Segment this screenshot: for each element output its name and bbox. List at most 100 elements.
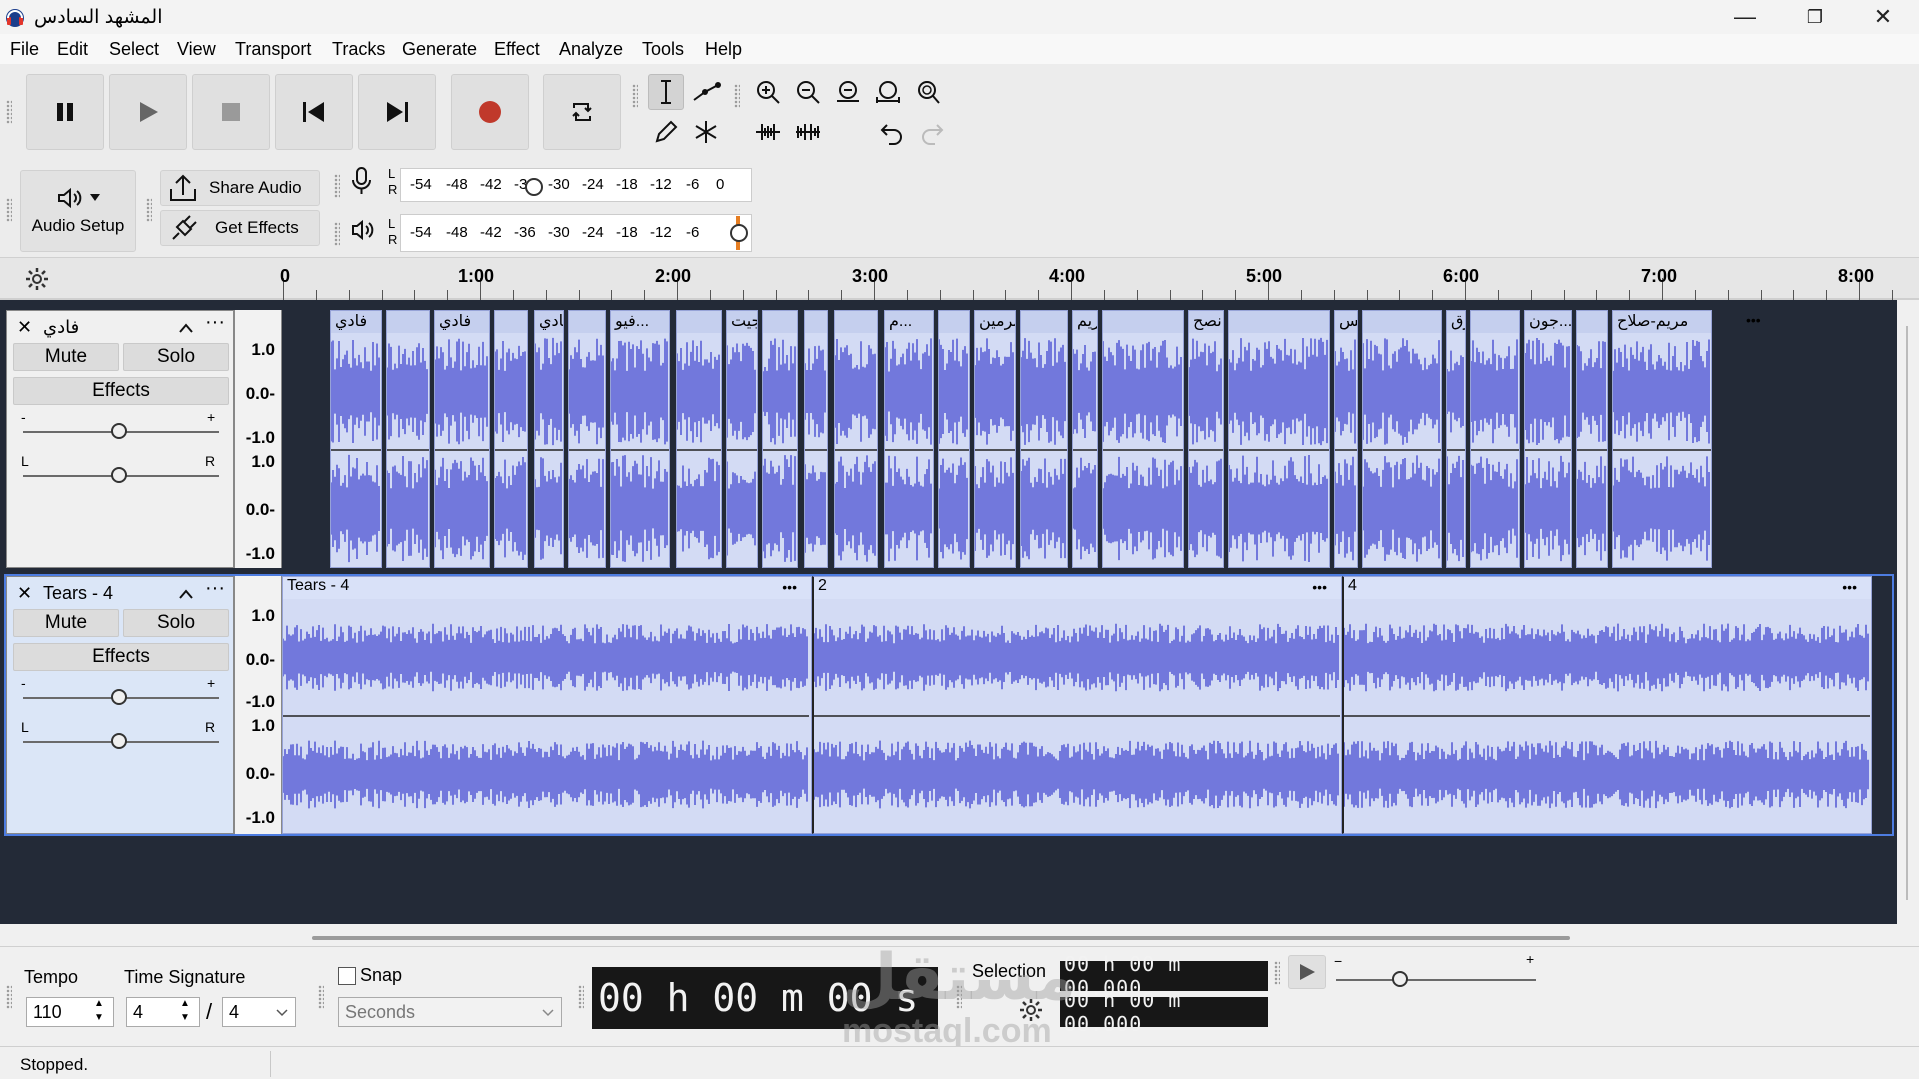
toolbar-grip[interactable] <box>578 985 584 1009</box>
audio-clip[interactable]: فادي <box>534 310 564 568</box>
clip-menu-icon[interactable]: ••• <box>1746 312 1761 328</box>
menu-generate[interactable]: Generate <box>402 39 477 60</box>
clip-name[interactable] <box>495 311 527 333</box>
audio-clip[interactable] <box>1470 310 1520 568</box>
clip-name[interactable] <box>1103 311 1183 333</box>
clip-name[interactable]: فادي <box>435 311 489 333</box>
gain-slider-knob[interactable] <box>111 689 127 705</box>
toolbar-grip[interactable] <box>334 174 340 198</box>
playback-speed-track[interactable] <box>1336 979 1536 981</box>
audio-clip[interactable]: 2 ••• <box>812 576 1342 834</box>
solo-button[interactable]: Solo <box>123 609 229 637</box>
audio-clip[interactable]: فيو... <box>610 310 670 568</box>
skip-start-button[interactable] <box>275 74 353 150</box>
redo-button[interactable] <box>914 114 950 150</box>
clip-name[interactable] <box>763 311 797 333</box>
playback-level-knob[interactable] <box>730 224 748 242</box>
audio-clip[interactable] <box>494 310 528 568</box>
audio-clip[interactable] <box>834 310 878 568</box>
toolbar-grip[interactable] <box>146 198 152 222</box>
fit-selection-button[interactable] <box>830 74 866 110</box>
clip-name[interactable]: فادي <box>535 311 563 333</box>
menu-tracks[interactable]: Tracks <box>332 39 385 60</box>
stop-button[interactable] <box>192 74 270 150</box>
audio-clip[interactable] <box>804 310 828 568</box>
audio-setup-button[interactable]: Audio Setup <box>20 170 136 252</box>
clip-menu-icon[interactable]: ••• <box>1842 579 1857 595</box>
audio-clip[interactable]: مريم... <box>1072 310 1098 568</box>
clip-name[interactable] <box>387 311 429 333</box>
audio-clip[interactable] <box>762 310 798 568</box>
audio-clip[interactable] <box>1362 310 1442 568</box>
audio-clip[interactable]: نصح... <box>1188 310 1224 568</box>
clip-name[interactable] <box>1577 311 1607 333</box>
clip-menu-icon[interactable]: ••• <box>782 579 797 595</box>
zoom-in-button[interactable] <box>750 74 786 110</box>
track-waveform-area[interactable]: Tears - 4 ••• 2 ••• 4 ••• <box>282 576 1872 834</box>
clip-name[interactable] <box>939 311 969 333</box>
pan-slider-knob[interactable] <box>111 733 127 749</box>
audio-clip[interactable] <box>568 310 606 568</box>
snap-unit-select[interactable]: Seconds <box>338 997 562 1027</box>
record-meter[interactable]: L R -54 -48 -42 -36 -30 -24 -18 -12 -6 0 <box>350 166 758 202</box>
effects-button[interactable]: Effects <box>13 377 229 405</box>
menu-edit[interactable]: Edit <box>57 39 88 60</box>
pause-button[interactable] <box>26 74 104 150</box>
close-button[interactable]: ✕ <box>1848 0 1918 34</box>
maximize-button[interactable]: ❐ <box>1780 0 1850 34</box>
amplitude-scale[interactable]: 1.0 0.0- -1.0 1.0 0.0- -1.0 <box>234 576 282 834</box>
envelope-tool[interactable] <box>688 74 724 110</box>
record-level-knob[interactable] <box>525 178 543 196</box>
clip-name[interactable] <box>1471 311 1519 333</box>
toolbar-grip[interactable] <box>734 84 740 108</box>
track-name[interactable]: فادي <box>43 317 79 338</box>
clip-name[interactable]: نرمين <box>975 311 1015 333</box>
play-button[interactable] <box>109 74 187 150</box>
menu-help[interactable]: Help <box>705 39 742 60</box>
clip-name[interactable]: Tears - 4 <box>283 577 811 599</box>
selection-start-time[interactable]: 00 h 00 m 00.000 <box>1060 952 1268 1000</box>
mute-button[interactable]: Mute <box>13 609 119 637</box>
audio-clip[interactable] <box>1102 310 1184 568</box>
solo-button[interactable]: Solo <box>123 343 229 371</box>
skip-end-button[interactable] <box>358 74 436 150</box>
menu-effect[interactable]: Effect <box>494 39 540 60</box>
trim-button[interactable] <box>750 114 786 150</box>
playback-speed-knob[interactable] <box>1392 971 1408 987</box>
clip-menu-icon[interactable]: ••• <box>1312 579 1327 595</box>
track-close-button[interactable]: ✕ <box>17 317 32 338</box>
undo-button[interactable] <box>874 114 910 150</box>
toolbar-grip[interactable] <box>318 985 324 1009</box>
menu-file[interactable]: File <box>10 39 39 60</box>
clip-name[interactable]: م... <box>885 311 933 333</box>
loop-button[interactable] <box>543 74 621 150</box>
audio-clip[interactable] <box>1020 310 1068 568</box>
vertical-scrollbar[interactable] <box>1906 326 1908 900</box>
audio-clip[interactable]: مريم-صلاح <box>1612 310 1712 568</box>
toolbar-grip[interactable] <box>1274 961 1280 985</box>
menu-tools[interactable]: Tools <box>642 39 684 60</box>
audio-clip[interactable]: نرمين <box>974 310 1016 568</box>
track-waveform-area[interactable]: فادي فادي فادي فيو... جورجيت م... نرمين مريم...… <box>282 310 1888 568</box>
audio-clip[interactable] <box>1576 310 1608 568</box>
audio-clip[interactable]: جون... <box>1524 310 1572 568</box>
clip-name[interactable]: نصح... <box>1189 311 1223 333</box>
clip-name[interactable] <box>805 311 827 333</box>
tempo-spinner-icon[interactable]: ▲ ▼ <box>94 997 104 1025</box>
audio-clip[interactable] <box>938 310 970 568</box>
toolbar-grip[interactable] <box>334 222 340 246</box>
fit-project-button[interactable] <box>870 74 906 110</box>
silence-button[interactable] <box>790 114 826 150</box>
clip-name[interactable]: جون... <box>1525 311 1571 333</box>
numerator-spinner-icon[interactable]: ▲ ▼ <box>180 997 190 1025</box>
track-close-button[interactable]: ✕ <box>17 583 32 604</box>
pan-slider-knob[interactable] <box>111 467 127 483</box>
timeline-ruler[interactable]: 0 1:00 2:00 3:00 4:00 5:00 6:00 7:00 8:0… <box>0 258 1919 300</box>
chevron-up-icon[interactable] <box>179 323 193 333</box>
clip-name[interactable]: 4 <box>1344 577 1871 599</box>
clip-name[interactable] <box>569 311 605 333</box>
clip-name[interactable]: فيو... <box>611 311 669 333</box>
audio-clip[interactable]: كيرلس... <box>1334 310 1358 568</box>
track-menu-icon[interactable]: ··· <box>205 577 225 600</box>
gain-slider-knob[interactable] <box>111 423 127 439</box>
